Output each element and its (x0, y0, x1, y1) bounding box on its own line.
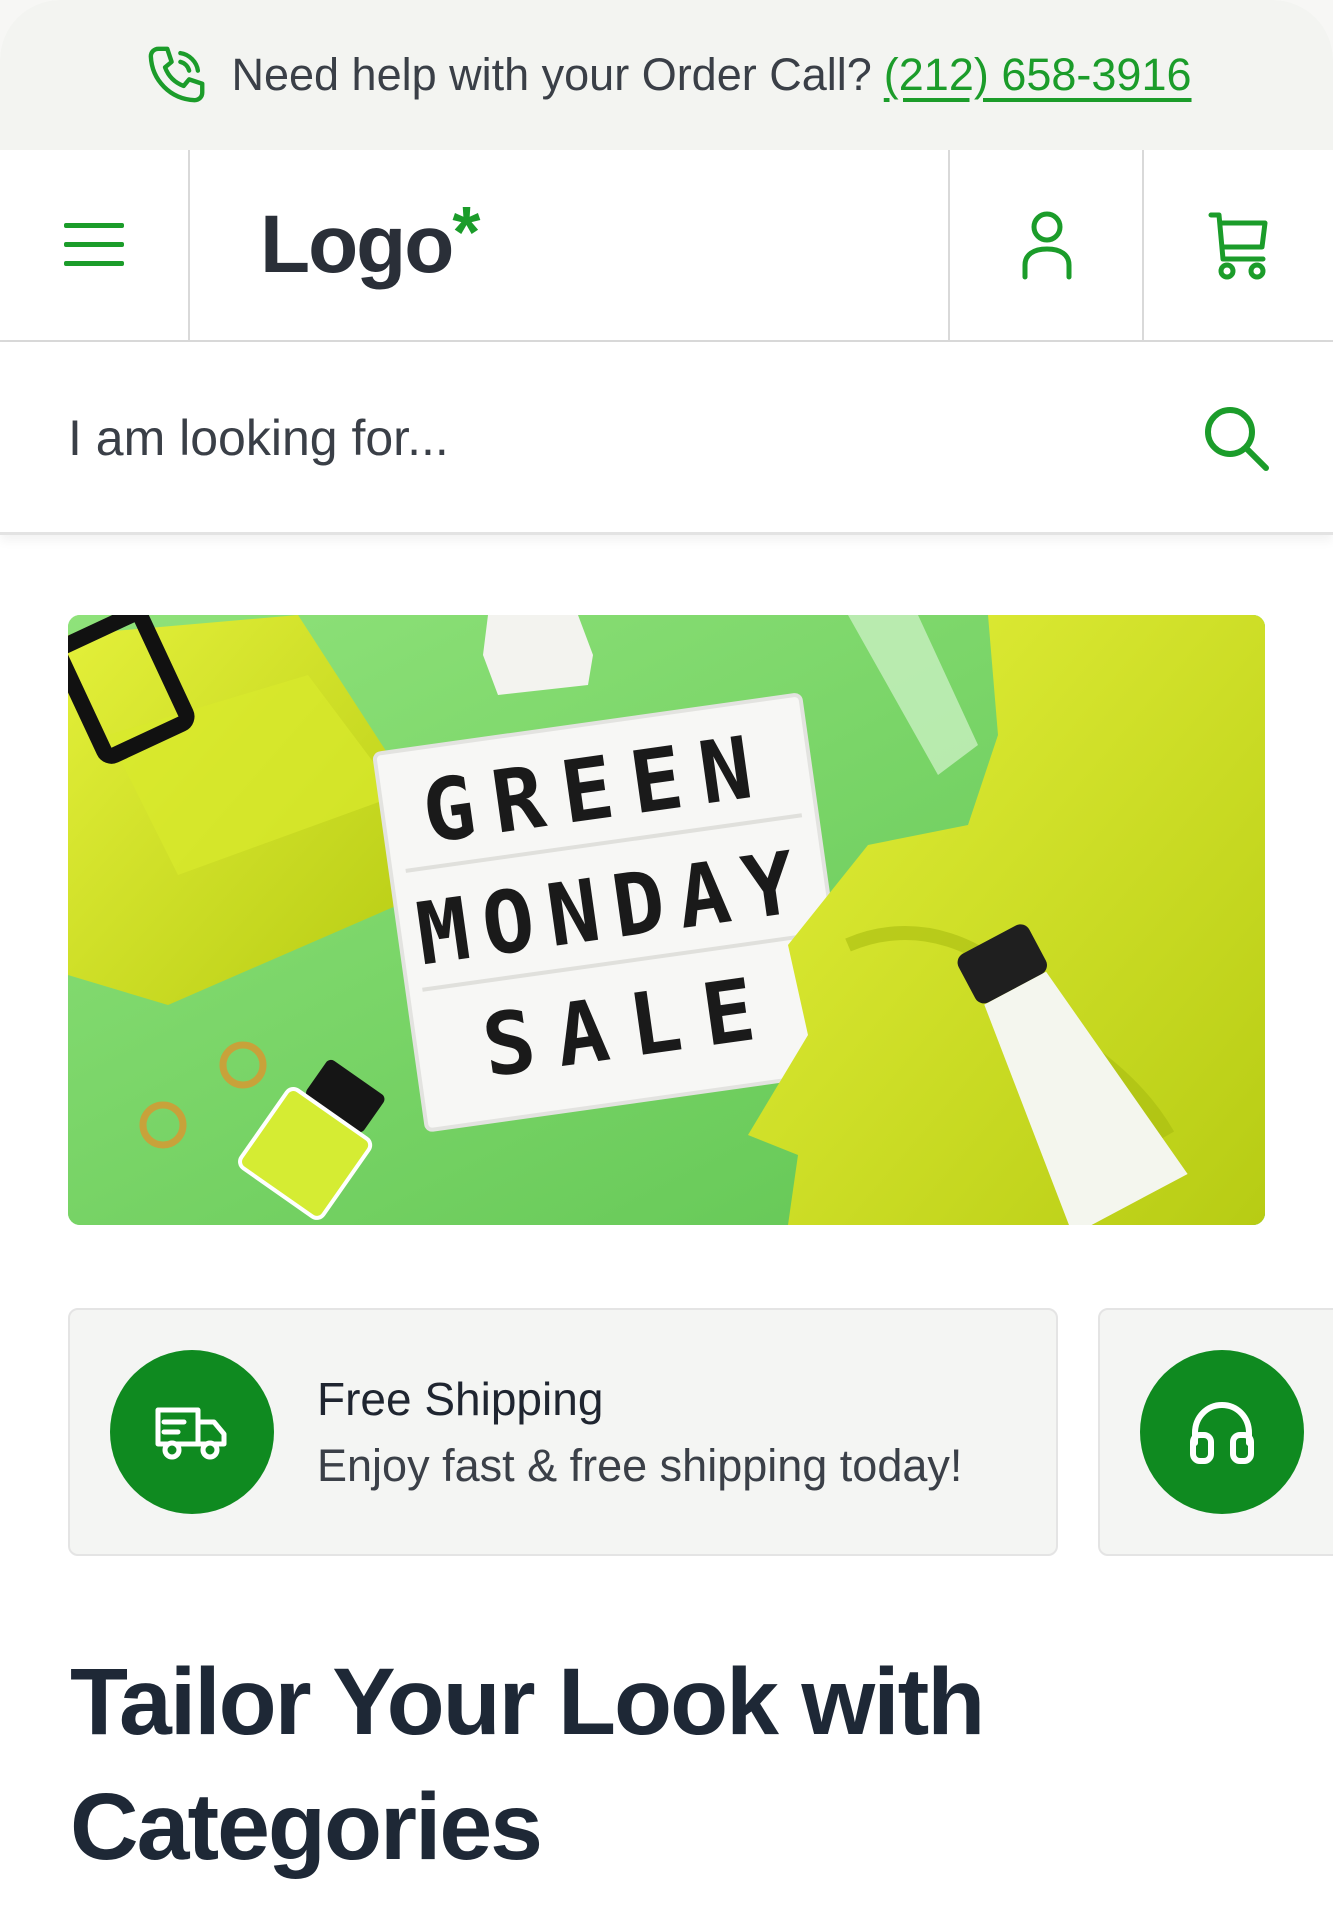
account-button[interactable] (952, 150, 1144, 340)
lightbox-sign: GREEN MONDAY SALE (372, 693, 855, 1132)
feature-card-support (1098, 1308, 1333, 1556)
search-icon[interactable] (1200, 402, 1272, 474)
help-text: Need help with your Order Call? (231, 49, 872, 100)
search-input[interactable] (66, 397, 1150, 479)
site-header: Logo* (0, 150, 1333, 342)
menu-icon (64, 223, 124, 266)
banner-image: GREEN MONDAY SALE (68, 615, 1265, 1225)
truck-icon (155, 1407, 227, 1460)
phone-number-link[interactable]: (212) 658-3916 (884, 49, 1192, 101)
help-bar: Need help with your Order Call? (212) 65… (0, 0, 1333, 150)
logo-mark: * (452, 193, 480, 273)
feature-badge (110, 1350, 274, 1514)
feature-title: Free Shipping (317, 1373, 604, 1425)
user-icon (1022, 211, 1072, 280)
cart-button[interactable] (1144, 150, 1333, 340)
cart-icon (1208, 212, 1267, 280)
phone-icon (149, 46, 205, 103)
search-bar (0, 342, 1333, 535)
promo-banner[interactable]: GREEN MONDAY SALE (68, 615, 1265, 1225)
mobile-frame: Need help with your Order Call? (212) 65… (0, 0, 1333, 1920)
feature-subtitle: Enjoy fast & free shipping today! (317, 1440, 963, 1491)
feature-badge (1140, 1350, 1304, 1514)
logo[interactable]: Logo* (190, 150, 950, 340)
section-heading: Tailor Your Look with Categories (70, 1649, 985, 1880)
headphones-icon (1190, 1401, 1254, 1464)
logo-text: Logo (260, 199, 454, 290)
menu-button[interactable] (0, 150, 190, 340)
feature-card-shipping: Free Shipping Enjoy fast & free shipping… (68, 1308, 1058, 1556)
